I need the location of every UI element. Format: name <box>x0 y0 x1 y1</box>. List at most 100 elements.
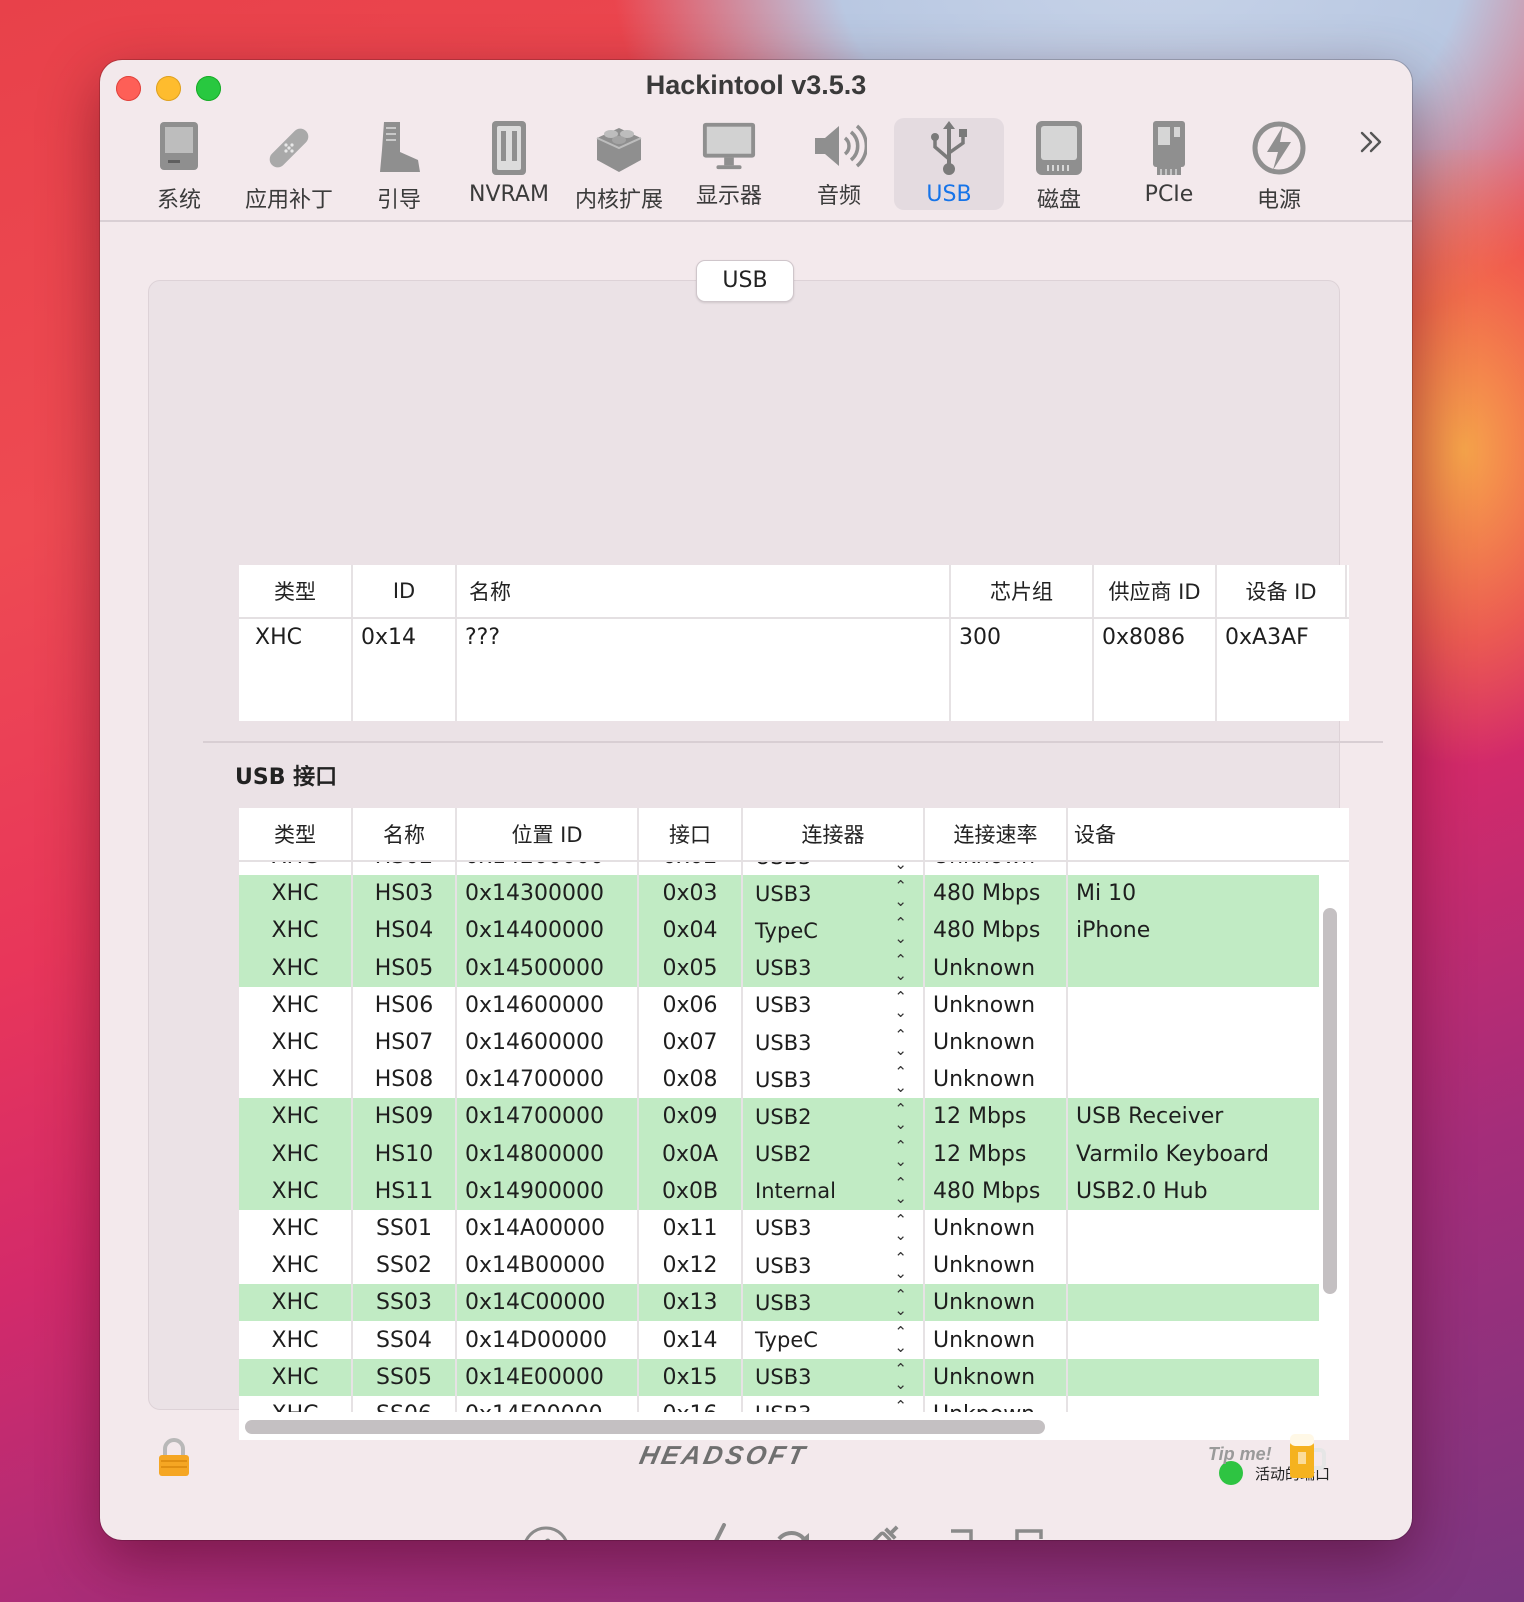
tab-disk[interactable]: 磁盘 <box>1004 118 1114 213</box>
headsoft-logo[interactable]: HEADSOFT <box>637 1440 810 1471</box>
port-speed: Unknown <box>925 1358 1068 1396</box>
tab-usb[interactable]: USB <box>894 118 1004 210</box>
table-row[interactable]: XHC HS07 0x14600000 0x07 USB3 ⌃ ⌄ Unknown <box>239 1023 1319 1062</box>
refresh-icon[interactable] <box>765 1523 819 1540</box>
column-header[interactable]: 类型 <box>239 808 353 860</box>
connector-select[interactable]: USB3 ⌃⌄ <box>743 1358 925 1396</box>
tab-boot[interactable]: 引导 <box>344 118 454 213</box>
info-icon[interactable]: i <box>519 1523 573 1540</box>
table-row[interactable]: XHC HS05 0x14500000 0x05 USB3 ⌃ ⌄ Unknown <box>239 949 1319 987</box>
port-name: HS10 <box>353 1135 457 1173</box>
double-chevron-right-icon[interactable] <box>1356 126 1386 166</box>
connector-select[interactable]: USB3 ⌃⌄ <box>743 1061 925 1099</box>
table-row[interactable]: XHC HS08 0x14700000 0x08 USB3 ⌃ ⌄ Unknown <box>239 1061 1319 1099</box>
tab-label: 音频 <box>816 184 861 209</box>
usb-segment-button[interactable]: USB <box>696 260 794 302</box>
connector-select[interactable]: TypeC ⌃ ⌄ <box>743 912 925 950</box>
column-header[interactable]: 名称 <box>457 565 951 617</box>
connector-select[interactable]: USB3 ⌃⌄ <box>743 1395 925 1412</box>
table-row[interactable]: XHC HS04 0x14400000 0x04 TypeC ⌃ ⌄ 480 Mbps iPho… <box>239 912 1319 950</box>
table-row[interactable]: XHC HS10 0x14800000 0x0A USB2 ⌃ ⌄ 12 Mbps Varmil… <box>239 1135 1319 1173</box>
table-row[interactable]: XHC SS03 0x14C00000 0x13 USB3 ⌃ ⌄ Unknown <box>239 1284 1319 1322</box>
tab-computer[interactable]: 系统 <box>124 118 234 213</box>
table-row[interactable]: XHCSS060x14F000000x16 USB3 ⌃⌄ Unknown <box>239 1395 1319 1412</box>
power-bolt-icon <box>1251 120 1307 176</box>
column-header[interactable]: 连接速率 <box>925 808 1068 860</box>
controller-type: XHC <box>239 619 353 721</box>
column-header[interactable]: 连接器 <box>743 808 925 860</box>
connector-select[interactable]: USB3 ⌃⌄ <box>743 875 925 913</box>
import-icon[interactable] <box>929 1523 983 1540</box>
chevron-up-down-icon: ⌃⌄ <box>894 1025 907 1059</box>
chevron-up-down-icon: ⌃⌄ <box>894 876 907 910</box>
port-device <box>1068 862 1299 875</box>
app-window: Hackintool v3.5.3 系统 应用补丁 引导 NVRAM 内核扩展 显示器 音频… <box>100 60 1412 1540</box>
column-header[interactable]: 供应商 ID <box>1094 565 1217 617</box>
connector-select[interactable]: Internal ⌃ ⌄ <box>743 1172 925 1210</box>
port-type: XHC <box>239 875 353 913</box>
connector-value: USB2 <box>755 1104 812 1129</box>
connector-select[interactable]: USB2 ⌃ ⌄ <box>743 1098 925 1136</box>
table-row[interactable]: XHC HS06 0x14600000 0x06 USB3 ⌃ ⌄ Unknown <box>239 986 1319 1024</box>
tab-power-bolt[interactable]: 电源 <box>1224 118 1334 213</box>
syringe-icon[interactable] <box>847 1523 901 1540</box>
connector-select[interactable]: USB2 ⌃ ⌄ <box>743 1135 925 1173</box>
controller-id: 0x14 <box>353 619 457 721</box>
tab-monitor[interactable]: 显示器 <box>674 118 784 210</box>
column-header[interactable]: 接口 <box>639 808 743 860</box>
port-location-id: 0x14F00000 <box>457 1395 639 1412</box>
table-row[interactable]: XHCHS020x142000000x02 USB3 ⌃⌄ Unknown <box>239 862 1319 876</box>
port-number: 0x11 <box>639 1209 743 1248</box>
tab-nvram-chip[interactable]: NVRAM <box>454 118 564 210</box>
tab-lego-brick[interactable]: 内核扩展 <box>564 118 674 213</box>
column-header[interactable]: 芯片组 <box>951 565 1094 617</box>
table-row[interactable]: XHC SS01 0x14A00000 0x11 USB3 ⌃ ⌄ Unknown <box>239 1209 1319 1248</box>
connector-value: USB3 <box>755 993 812 1018</box>
connector-select[interactable]: TypeC ⌃ ⌄ <box>743 1321 925 1359</box>
column-header[interactable]: 设备 ID <box>1217 565 1347 617</box>
port-location-id: 0x14800000 <box>457 1135 639 1173</box>
vertical-scrollbar[interactable] <box>1323 908 1337 1294</box>
table-row[interactable]: XHC HS03 0x14300000 0x03 USB3 ⌃ ⌄ 480 Mbps Mi 10 <box>239 875 1319 913</box>
lock-icon[interactable] <box>156 1438 192 1478</box>
ports-table-body[interactable]: XHCHS020x142000000x02USB3⌃⌄UnknownXHCHS0… <box>239 862 1319 1412</box>
controller-name: ??? <box>457 619 951 721</box>
broom-icon[interactable] <box>683 1523 737 1540</box>
connector-select[interactable]: USB3 ⌃⌄ <box>743 949 925 987</box>
port-name: SS04 <box>353 1321 457 1359</box>
chevron-up-down-icon: ⌃⌄ <box>894 1211 907 1245</box>
port-type: XHC <box>239 912 353 950</box>
port-location-id: 0x14700000 <box>457 1061 639 1099</box>
port-location-id: 0x14400000 <box>457 912 639 950</box>
beer-mug-icon[interactable] <box>1286 1430 1326 1482</box>
controller-vendor-id: 0x8086 <box>1094 619 1217 721</box>
table-row[interactable]: XHC SS04 0x14D00000 0x14 TypeC ⌃ ⌄ Unknown <box>239 1321 1319 1359</box>
connector-select[interactable]: USB3 ⌃⌄ <box>743 1247 925 1285</box>
table-row[interactable]: XHC HS09 0x14700000 0x09 USB2 ⌃ ⌄ 12 Mbps USB Re… <box>239 1098 1319 1136</box>
table-row[interactable]: XHC SS02 0x14B00000 0x12 USB3 ⌃ ⌄ Unknown <box>239 1247 1319 1285</box>
connector-select[interactable]: USB3 ⌃⌄ <box>743 1209 925 1248</box>
column-header[interactable]: ID <box>353 565 457 617</box>
table-row[interactable]: XHC HS11 0x14900000 0x0B Internal ⌃ ⌄ 480 Mbps U… <box>239 1172 1319 1210</box>
table-row[interactable]: XHC 0x14 ??? 300 0x8086 0xA3AF <box>239 619 1349 721</box>
connector-select[interactable]: USB3 ⌃⌄ <box>743 1284 925 1322</box>
port-name: HS11 <box>353 1172 457 1210</box>
port-location-id: 0x14A00000 <box>457 1209 639 1248</box>
tip-me-link[interactable]: Tip me! <box>1208 1444 1272 1465</box>
column-header[interactable]: 设备 <box>1068 808 1319 860</box>
port-speed: Unknown <box>925 949 1068 987</box>
column-header[interactable]: 名称 <box>353 808 457 860</box>
horizontal-scrollbar[interactable] <box>245 1420 1045 1434</box>
tab-pcie-card[interactable]: PCIe <box>1114 118 1224 210</box>
chevron-up-down-icon: ⌃⌄ <box>894 862 907 873</box>
tab-bandage[interactable]: 应用补丁 <box>234 118 344 213</box>
column-header[interactable]: 位置 ID <box>457 808 639 860</box>
column-header[interactable]: 类型 <box>239 565 353 617</box>
connector-select[interactable]: USB3 ⌃⌄ <box>743 1023 925 1062</box>
connector-select[interactable]: USB3 ⌃⌄ <box>743 862 925 876</box>
export-icon[interactable] <box>1011 1523 1065 1540</box>
connector-select[interactable]: USB3 ⌃⌄ <box>743 986 925 1024</box>
tab-speaker[interactable]: 音频 <box>784 118 894 210</box>
minus-icon[interactable] <box>601 1523 655 1540</box>
table-row[interactable]: XHC SS05 0x14E00000 0x15 USB3 ⌃ ⌄ Unknown <box>239 1358 1319 1396</box>
